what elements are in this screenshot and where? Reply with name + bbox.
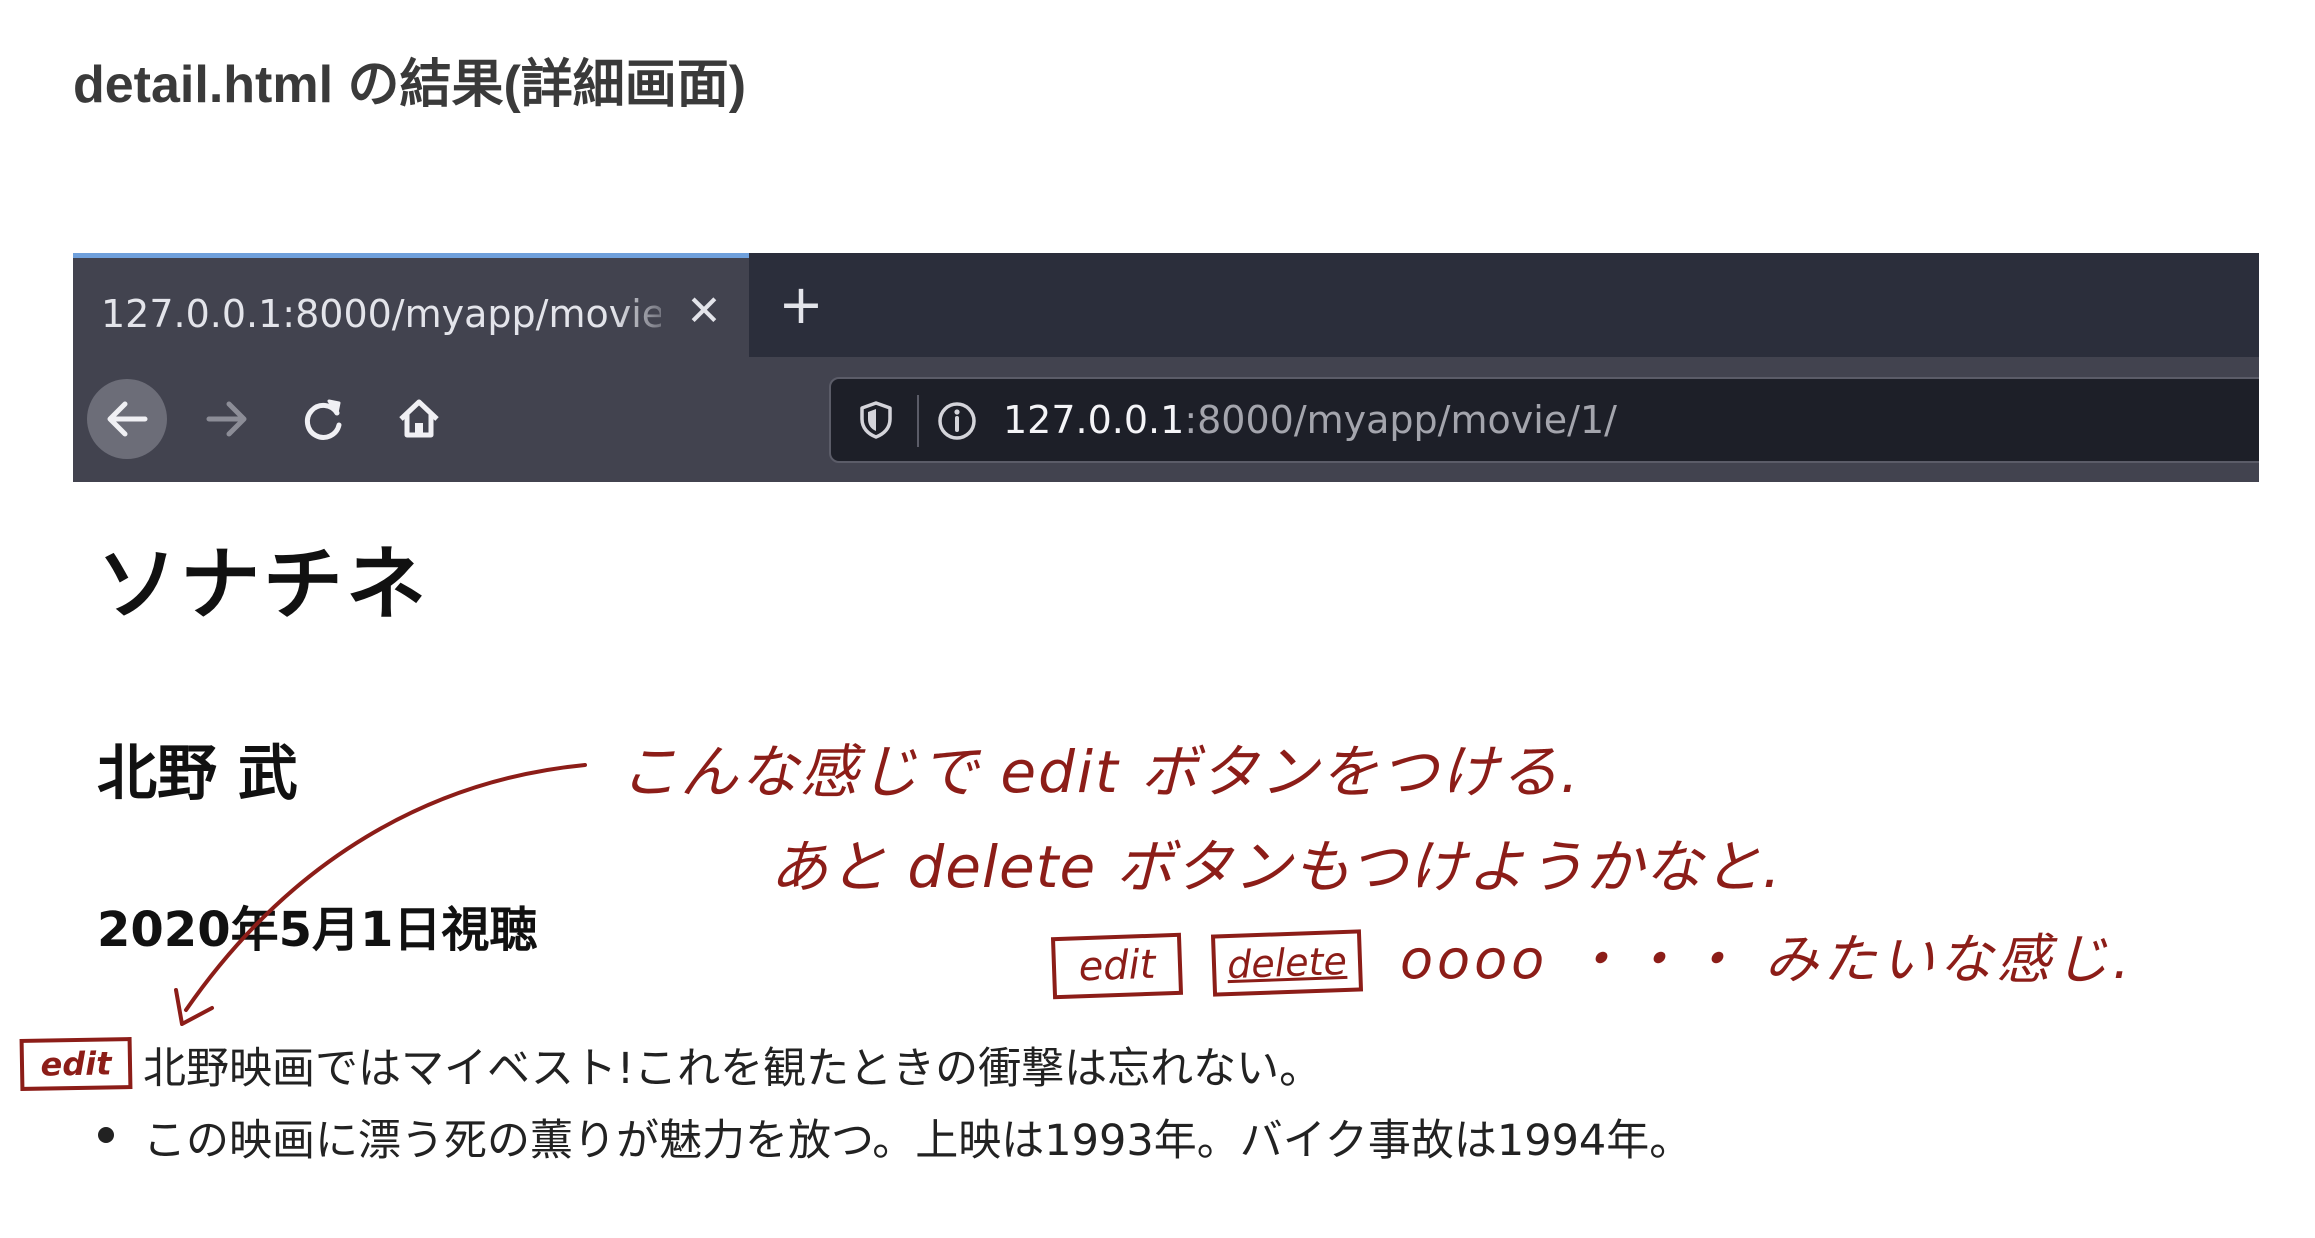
review-item: 北野映画ではマイベスト!これを観たときの衝撃は忘れない。 — [143, 1044, 1323, 1094]
annotation-note-layout: oooo ・・・ みたいな感じ. — [1400, 928, 2134, 991]
url-host: 127.0.0.1 — [1003, 398, 1185, 442]
url-text[interactable]: 127.0.0.1:8000/myapp/movie/1/ — [1003, 398, 1617, 442]
info-icon[interactable] — [935, 399, 979, 443]
movie-director: 北野 武 — [97, 739, 298, 809]
browser-tab[interactable]: 127.0.0.1:8000/myapp/movie/1/ ✕ — [73, 253, 749, 357]
bullet-icon — [98, 1127, 114, 1143]
url-separator — [917, 395, 919, 447]
plus-icon[interactable]: + — [773, 277, 829, 333]
nav-bar: 127.0.0.1:8000/myapp/movie/1/ — [73, 357, 2259, 482]
reload-icon[interactable] — [283, 379, 363, 459]
review-item: この映画に漂う死の薫りが魅力を放つ。上映は1993年。バイク事故は1994年。 — [143, 1116, 1693, 1166]
movie-title: ソナチネ — [97, 538, 429, 631]
tab-title: 127.0.0.1:8000/myapp/movie/1/ — [101, 292, 661, 336]
annotation-note-delete: あと delete ボタンもつけようかなと. — [770, 833, 1782, 901]
watched-date: 2020年5月1日視聴 — [97, 902, 538, 958]
close-icon[interactable]: ✕ — [681, 288, 727, 334]
forward-arrow-icon[interactable] — [187, 379, 267, 459]
url-path: :8000/myapp/movie/1/ — [1184, 398, 1617, 442]
sketch-edit-button: edit — [1050, 932, 1184, 1000]
sketch-delete-button: delete — [1210, 929, 1364, 997]
sketch-edit-button-inline: edit — [19, 1037, 133, 1091]
shield-icon[interactable] — [853, 397, 899, 443]
back-arrow-icon[interactable] — [87, 379, 167, 459]
page-heading: detail.html の結果(詳細画面) — [73, 56, 747, 114]
annotation-note-edit: こんな感じで edit ボタンをつける. — [620, 738, 1581, 806]
home-icon[interactable] — [379, 379, 459, 459]
url-bar[interactable]: 127.0.0.1:8000/myapp/movie/1/ — [829, 377, 2259, 463]
tab-bar: 127.0.0.1:8000/myapp/movie/1/ ✕ + — [73, 253, 2259, 357]
browser-window: 127.0.0.1:8000/myapp/movie/1/ ✕ + 127.0.… — [73, 253, 2259, 482]
tab-title-fade — [613, 278, 683, 348]
